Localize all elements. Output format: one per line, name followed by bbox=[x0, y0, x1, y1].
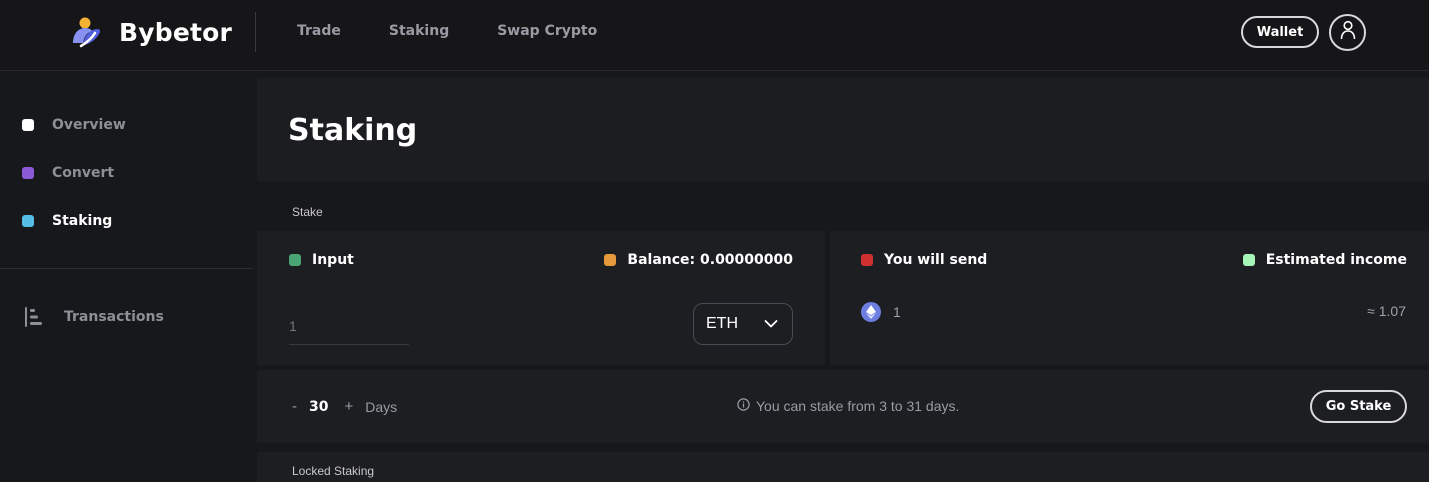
staking-dot-icon bbox=[22, 215, 34, 227]
sidebar-item-label: Staking bbox=[52, 213, 113, 229]
ethereum-icon bbox=[861, 302, 881, 322]
stake-input-card: Input Balance: 0.00000000 ETH bbox=[257, 231, 825, 365]
locked-staking-section: Locked Staking bbox=[257, 452, 1429, 482]
income-dot-icon bbox=[1242, 254, 1255, 266]
bybetor-logo-icon bbox=[70, 16, 102, 48]
input-label-text: Input bbox=[312, 252, 354, 268]
income-label-text: Estimated income bbox=[1265, 252, 1407, 268]
page-header: Staking bbox=[257, 78, 1429, 181]
send-amount-row: 1 bbox=[861, 302, 901, 322]
send-dot-icon bbox=[861, 254, 873, 266]
sidebar-item-overview[interactable]: Overview bbox=[22, 117, 126, 133]
convert-dot-icon bbox=[22, 167, 34, 179]
sidebar-item-transactions[interactable]: Transactions bbox=[24, 306, 164, 328]
stake-amount-input[interactable] bbox=[289, 307, 409, 345]
days-stepper: - 30 + Days bbox=[292, 398, 397, 415]
sidebar-item-convert[interactable]: Convert bbox=[22, 165, 114, 181]
sidebar-divider bbox=[0, 268, 253, 269]
list-icon bbox=[24, 306, 44, 328]
page-title: Staking bbox=[288, 113, 418, 148]
wallet-button[interactable]: Wallet bbox=[1241, 16, 1319, 48]
stake-days-card: - 30 + Days You can stake from 3 to 31 d… bbox=[257, 370, 1429, 443]
send-label: You will send bbox=[861, 252, 987, 268]
estimated-income-value: ≈ 1.07 bbox=[1367, 303, 1406, 319]
sidebar-item-label: Transactions bbox=[64, 309, 164, 325]
account-button[interactable] bbox=[1329, 14, 1366, 51]
stake-section-label: Stake bbox=[292, 205, 323, 219]
income-label: Estimated income bbox=[1242, 252, 1407, 268]
increase-days-button[interactable]: + bbox=[344, 398, 353, 415]
stake-send-card: You will send Estimated income 1 ≈ 1.07 bbox=[830, 231, 1429, 365]
sidebar-item-label: Convert bbox=[52, 165, 115, 181]
input-dot-icon bbox=[289, 254, 301, 266]
send-label-text: You will send bbox=[884, 252, 988, 268]
locked-staking-label: Locked Staking bbox=[292, 464, 375, 478]
sidebar-item-label: Overview bbox=[52, 117, 126, 133]
go-stake-button[interactable]: Go Stake bbox=[1310, 390, 1407, 423]
chevron-down-icon bbox=[764, 317, 778, 336]
info-icon bbox=[737, 398, 750, 414]
header-divider bbox=[255, 12, 256, 52]
coin-select-value: ETH bbox=[706, 315, 738, 332]
top-bar: Bybetor Trade Staking Swap Crypto Wallet bbox=[0, 0, 1429, 71]
stake-info-text: You can stake from 3 to 31 days. bbox=[756, 398, 960, 414]
user-icon bbox=[1340, 20, 1356, 45]
brand-name: Bybetor bbox=[119, 17, 233, 47]
nav-trade[interactable]: Trade bbox=[297, 23, 341, 39]
days-value: 30 bbox=[309, 398, 329, 415]
sidebar: Overview Convert Staking Transactions bbox=[0, 72, 255, 473]
balance-text: Balance: 0.00000000 bbox=[627, 252, 793, 268]
decrease-days-button[interactable]: - bbox=[292, 398, 297, 415]
balance-dot-icon bbox=[604, 254, 617, 266]
top-nav: Trade Staking Swap Crypto bbox=[297, 23, 597, 39]
balance-label: Balance: 0.00000000 bbox=[604, 252, 793, 268]
stake-info: You can stake from 3 to 31 days. bbox=[737, 398, 959, 414]
nav-staking[interactable]: Staking bbox=[389, 23, 449, 39]
coin-select[interactable]: ETH bbox=[693, 303, 793, 345]
sidebar-item-staking[interactable]: Staking bbox=[22, 213, 112, 229]
days-unit: Days bbox=[365, 398, 398, 415]
brand-logo[interactable]: Bybetor bbox=[70, 16, 232, 48]
overview-dot-icon bbox=[22, 119, 34, 131]
nav-swap-crypto[interactable]: Swap Crypto bbox=[497, 23, 597, 39]
input-label: Input bbox=[289, 252, 354, 268]
send-amount: 1 bbox=[893, 304, 901, 320]
